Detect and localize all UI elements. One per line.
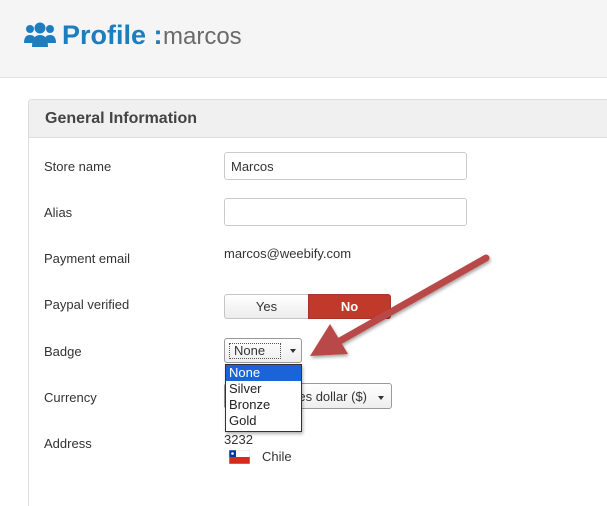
store-name-input[interactable] [224, 152, 467, 180]
badge-select[interactable]: None [224, 338, 302, 363]
panel-title: General Information [45, 110, 198, 127]
alias-input[interactable] [224, 198, 467, 226]
badge-selected-value: None [229, 343, 281, 359]
badge-option-bronze[interactable]: Bronze [226, 397, 301, 413]
page-title-username: marcos [163, 23, 242, 50]
badge-option-none[interactable]: None [226, 365, 301, 381]
badge-option-silver[interactable]: Silver [226, 381, 301, 397]
paypal-yes-button[interactable]: Yes [224, 294, 308, 319]
currency-label: Currency [44, 390, 97, 405]
badge-option-gold[interactable]: Gold [226, 413, 301, 429]
chevron-down-icon [290, 349, 296, 353]
chile-flag-icon [229, 450, 250, 464]
paypal-verified-label: Paypal verified [44, 297, 130, 312]
address-label: Address [44, 436, 92, 451]
address-country: Chile [262, 449, 292, 464]
users-icon [24, 22, 56, 47]
chevron-down-icon [378, 396, 384, 400]
store-name-label: Store name [44, 159, 112, 174]
currency-selected-value: es dollar ($) [298, 389, 367, 404]
page-title: Profile : [62, 20, 163, 50]
page-header: Profile : marcos [0, 0, 607, 78]
alias-label: Alias [44, 205, 73, 220]
address-line: 3232 [224, 432, 253, 447]
badge-label: Badge [44, 344, 82, 359]
payment-email-label: Payment email [44, 251, 130, 266]
badge-dropdown-list: None Silver Bronze Gold [225, 364, 302, 432]
panel-header: General Information [29, 100, 607, 138]
annotation-arrow-icon [310, 254, 490, 356]
